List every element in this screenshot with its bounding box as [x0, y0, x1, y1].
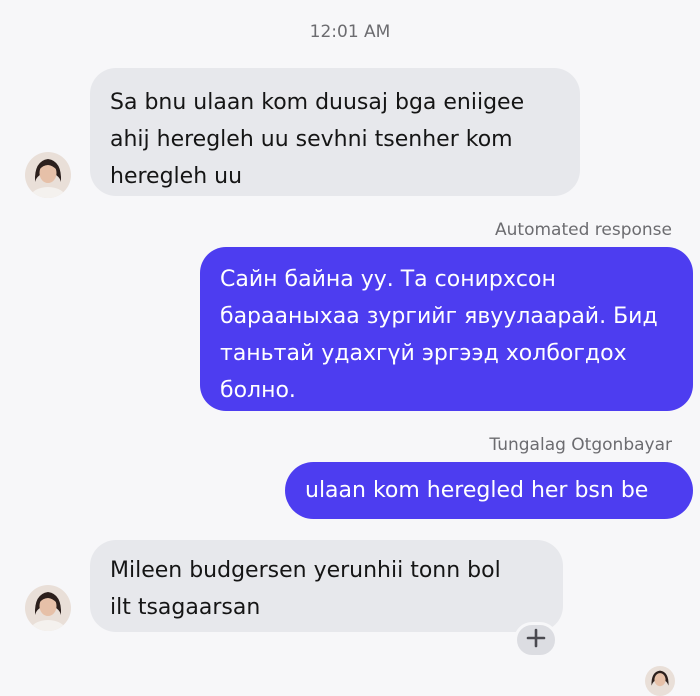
message-line: ahij heregleh uu sevhni tsenher kom — [110, 127, 513, 152]
message-line: Mileen budgersen yerunhii tonn bol — [110, 558, 501, 583]
add-reaction-button[interactable] — [514, 622, 558, 658]
sender-label: Tungalag Otgonbayar — [489, 435, 672, 455]
sender-label: Automated response — [495, 220, 672, 240]
outgoing-message-bubble[interactable]: ulaan kom heregled her bsn be — [285, 462, 693, 519]
message-line: heregleh uu — [110, 164, 243, 189]
contact-avatar[interactable] — [25, 152, 71, 198]
plus-icon — [526, 628, 546, 652]
message-line: Сайн байна уу. Та сонирхсон — [220, 267, 556, 292]
message-line: ulaan kom heregled her bsn be — [305, 478, 649, 503]
incoming-message-bubble[interactable]: Mileen budgersen yerunhii tonn bol ilt t… — [90, 540, 563, 632]
message-timestamp: 12:01 AM — [309, 22, 391, 42]
seen-avatar — [645, 666, 675, 696]
incoming-message-bubble[interactable]: Sa bnu ulaan kom duusaj bga eniigee ahij… — [90, 68, 580, 196]
message-line: барааныхаа зургийг явуулаарай. Бид — [220, 304, 658, 329]
message-line: ilt tsagaarsan — [110, 595, 261, 620]
message-line: болно. — [220, 378, 296, 403]
message-line: Sa bnu ulaan kom duusaj bga eniigee — [110, 90, 525, 115]
contact-avatar[interactable] — [25, 585, 71, 631]
outgoing-message-bubble[interactable]: Сайн байна уу. Та сонирхсон барааныхаа з… — [200, 247, 693, 411]
message-line: таньтай удахгүй эргээд холбогдох — [220, 341, 627, 366]
